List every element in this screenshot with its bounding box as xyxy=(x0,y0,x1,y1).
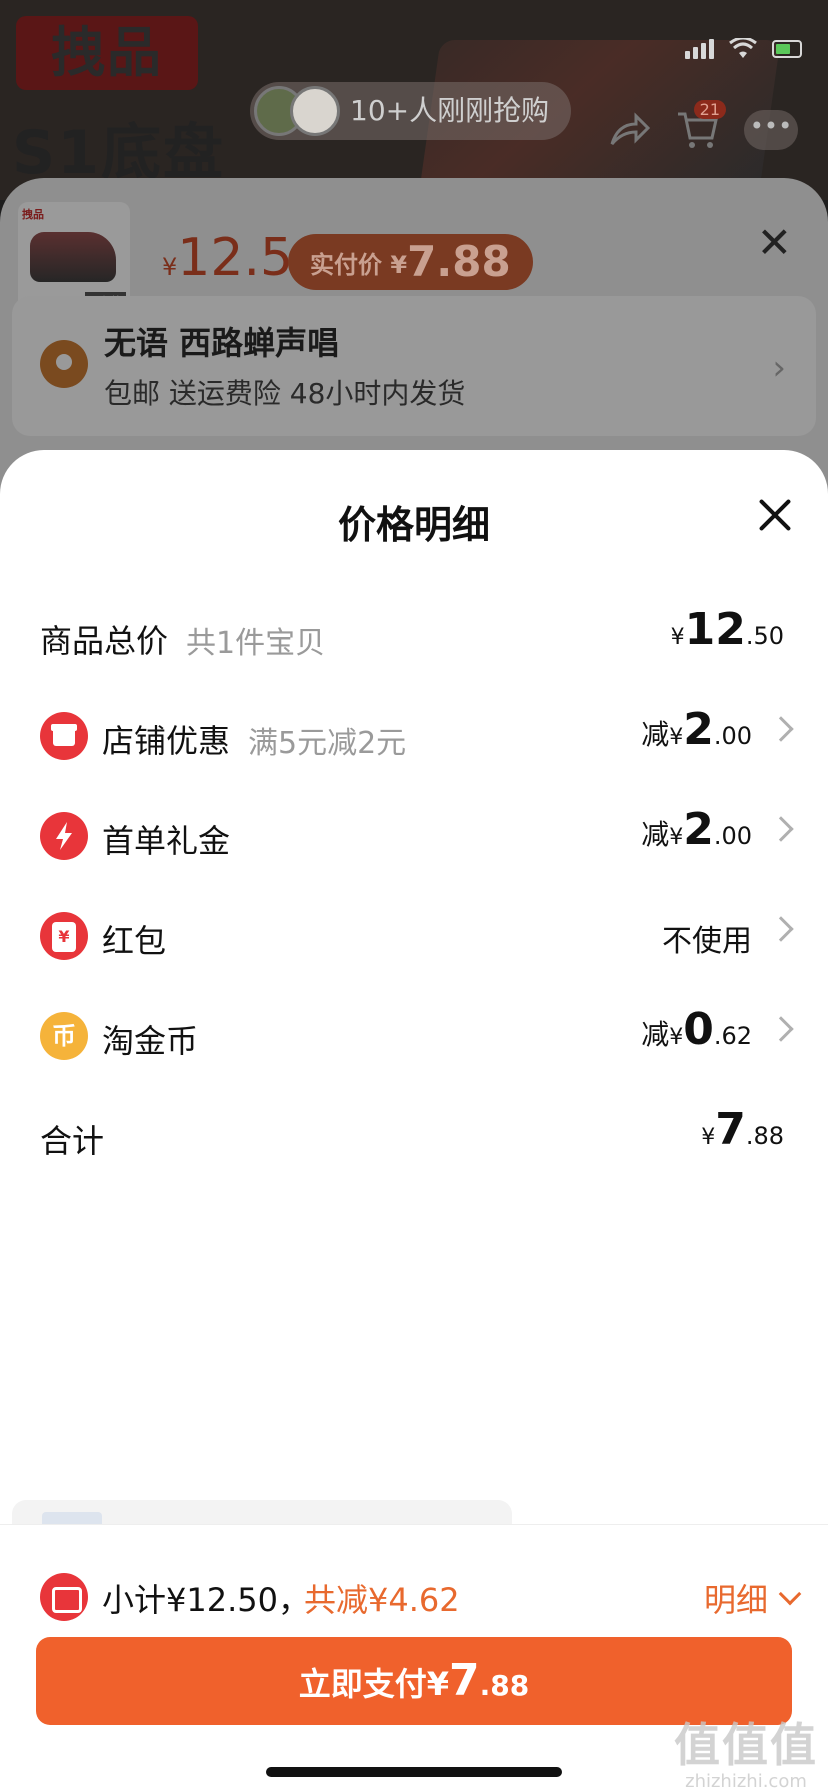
shipping-info: 包邮 送运费险 48小时内发货 xyxy=(104,377,466,410)
paid-price-pill: 实付价 ¥7.88 xyxy=(288,234,533,290)
amount-integer: 0 xyxy=(683,1004,714,1055)
total-discount-text: 共减¥4.62 xyxy=(304,1581,460,1619)
amount-symbol: ¥ xyxy=(670,625,685,650)
amount-decimal: .88 xyxy=(745,1122,784,1150)
row-label: 首单礼金 xyxy=(102,822,231,860)
coin-icon: 币 xyxy=(40,1012,88,1060)
discount-prefix: 减 xyxy=(641,818,670,851)
row-label: 合计 xyxy=(40,1122,105,1160)
amount-decimal: .50 xyxy=(745,622,784,650)
chevron-right-icon xyxy=(768,916,794,942)
amount-decimal: .00 xyxy=(713,722,752,750)
watermark-url: zhizhizhi.com xyxy=(685,1771,807,1792)
row-amount: 减¥0.62 xyxy=(641,1004,752,1055)
address-card[interactable]: 无语 西路蝉声唱 包邮 送运费险 48小时内发货 › xyxy=(12,296,816,436)
cart-icon[interactable]: 21 xyxy=(676,100,726,150)
product-price: ¥12.5 xyxy=(162,228,293,288)
chevron-right-icon xyxy=(768,816,794,842)
detail-label: 明细 xyxy=(703,1581,768,1619)
close-icon[interactable] xyxy=(752,492,798,538)
discount-prefix: 减 xyxy=(641,1018,670,1051)
sheet-title: 价格明细 xyxy=(337,503,490,547)
recent-buyers-text: 10+人刚刚抢购 xyxy=(350,94,550,127)
thumbnail-brand: 拽品 xyxy=(22,208,44,221)
row-value: 不使用 xyxy=(662,924,752,959)
price-row-red-envelope[interactable]: ¥ 红包 不使用 xyxy=(0,898,828,978)
wifi-icon xyxy=(728,38,758,60)
row-sublabel: 满5元减2元 xyxy=(248,726,407,761)
cart-badge: 21 xyxy=(693,100,726,119)
address-name: 无语 西路蝉声唱 xyxy=(104,324,340,362)
recent-buyers-pill: 10+人刚刚抢购 xyxy=(250,82,572,140)
row-label: 红包 xyxy=(102,922,167,960)
price-value: 12.5 xyxy=(177,228,294,288)
status-bar xyxy=(685,38,802,60)
buyer-avatar xyxy=(290,86,340,136)
more-icon[interactable]: ••• xyxy=(744,110,798,150)
amount-integer: 12 xyxy=(684,604,746,655)
pay-label: 立即支付¥ xyxy=(298,1665,450,1703)
paid-price-label: 实付价 ¥ xyxy=(310,251,408,279)
amount-integer: 2 xyxy=(683,804,714,855)
subtotal-text: 小计¥12.50， xyxy=(102,1581,310,1619)
car-image xyxy=(30,232,116,282)
red-envelope-icon: ¥ xyxy=(40,912,88,960)
chevron-right-icon xyxy=(768,716,794,742)
banner-brand-logo: 拽品 xyxy=(16,16,198,90)
price-symbol: ¥ xyxy=(162,253,178,281)
sku-close-icon[interactable]: ✕ xyxy=(757,222,792,264)
detail-toggle[interactable]: 明细 xyxy=(703,1575,802,1621)
lightning-icon xyxy=(40,812,88,860)
row-amount: ¥12.50 xyxy=(671,604,784,655)
paid-price-value: 7.88 xyxy=(407,237,511,286)
chevron-right-icon xyxy=(768,1016,794,1042)
amount-symbol: ¥ xyxy=(669,725,684,750)
pay-amount-integer: 7 xyxy=(449,1655,480,1706)
amount-symbol: ¥ xyxy=(669,1025,684,1050)
signal-icon xyxy=(685,39,714,59)
amount-integer: 2 xyxy=(683,704,714,755)
amount-symbol: ¥ xyxy=(701,1125,716,1150)
home-indicator[interactable] xyxy=(266,1767,562,1777)
amount-decimal: .00 xyxy=(713,822,752,850)
row-label: 淘金币 xyxy=(102,1022,199,1060)
checkout-bar: 小计¥12.50， 共减¥4.62 明细 立即支付¥7.88 值值值 zhizh… xyxy=(0,1524,828,1792)
row-label: 店铺优惠 xyxy=(102,722,231,760)
price-row-shop-discount[interactable]: 店铺优惠 满5元减2元 减¥2.00 xyxy=(0,698,828,778)
discount-prefix: 减 xyxy=(641,718,670,751)
amount-symbol: ¥ xyxy=(669,825,684,850)
chevron-right-icon: › xyxy=(772,348,786,388)
price-row-grand-total: 合计 ¥7.88 xyxy=(0,1098,828,1178)
watermark-text: 值值值 xyxy=(674,1718,818,1772)
nav-actions: 21 ••• xyxy=(608,100,798,150)
row-amount: 减¥2.00 xyxy=(641,804,752,855)
ticket-icon xyxy=(40,1573,88,1621)
row-label: 商品总价 xyxy=(40,622,169,660)
amount-integer: 7 xyxy=(715,1104,746,1155)
chevron-down-icon xyxy=(778,1582,802,1606)
row-amount: 减¥2.00 xyxy=(641,704,752,755)
amount-decimal: .62 xyxy=(713,1022,752,1050)
pay-amount-decimal: .88 xyxy=(479,1669,530,1702)
location-pin-icon xyxy=(40,340,88,388)
share-icon[interactable] xyxy=(608,110,652,150)
envelope-glyph: ¥ xyxy=(52,922,76,952)
price-row-taojinbi[interactable]: 币 淘金币 减¥0.62 xyxy=(0,998,828,1078)
shop-icon xyxy=(40,712,88,760)
price-row-total-goods: 商品总价 共1件宝贝 ¥12.50 xyxy=(0,598,828,678)
watermark: 值值值 zhizhizhi.com xyxy=(674,1709,818,1792)
battery-icon xyxy=(772,40,802,58)
row-amount: ¥7.88 xyxy=(701,1104,784,1155)
price-row-first-order-gift[interactable]: 首单礼金 减¥2.00 xyxy=(0,798,828,878)
row-sublabel: 共1件宝贝 xyxy=(186,626,326,661)
